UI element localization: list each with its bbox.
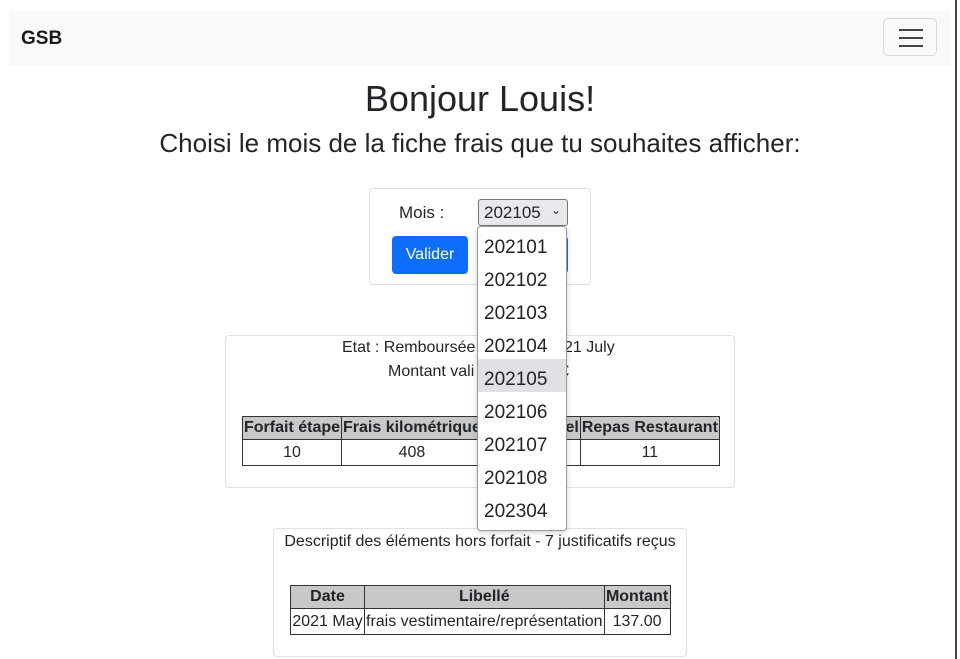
month-option-selected[interactable]: 202105 [478,359,566,392]
chevron-down-icon: ⌄ [550,203,561,217]
header-frais-kilometrique: Frais kilométrique [341,416,483,440]
cell-repas-restaurant: 11 [579,439,720,466]
valider-button[interactable]: Valider [392,236,468,274]
month-option[interactable]: 202106 [478,392,566,425]
month-option[interactable]: 202104 [478,326,566,359]
month-option[interactable]: 202107 [478,425,566,458]
navbar: GSB [9,10,950,66]
cell-montant: 137.00 [603,608,671,635]
page-subtitle: Choisi le mois de la fiche frais que tu … [159,128,801,158]
hors-forfait-table: Date Libellé Montant 2021 May frais vest… [290,585,671,635]
header-montant: Montant [603,585,671,609]
month-option[interactable]: 202103 [478,293,566,326]
month-select[interactable]: 202105 ⌄ [478,199,568,226]
cell-libelle: frais vestimentaire/représentation [364,608,605,635]
page-title: Bonjour Louis! [364,78,596,119]
header-libelle: Libellé [364,585,605,609]
window-edge [955,0,957,659]
month-option[interactable]: 202304 [478,491,566,524]
hors-forfait-header-row: Date Libellé Montant [290,585,671,609]
hors-forfait-caption: Descriptif des éléments hors forfait - 7… [284,533,676,550]
month-option[interactable]: 202102 [478,260,566,293]
table-row: 2021 May frais vestimentaire/représentat… [290,608,671,635]
hors-forfait-card: Descriptif des éléments hors forfait - 7… [273,528,687,657]
cell-frais-kilometrique: 408 [341,439,483,466]
month-select-value: 202105 [484,203,541,222]
cell-forfait-etape: 10 [241,439,343,466]
header-repas-restaurant: Repas Restaurant [579,416,720,440]
month-option[interactable]: 202108 [478,458,566,491]
month-option[interactable]: 202101 [478,227,566,260]
navbar-toggler-button[interactable] [883,18,937,56]
header-date: Date [290,585,365,609]
month-label: Mois : [399,203,445,222]
month-dropdown-list[interactable]: 202101 202102 202103 202104 202105 20210… [477,226,567,531]
brand-logo[interactable]: GSB [21,28,62,50]
cell-date: 2021 May [290,608,365,635]
header-forfait-etape: Forfait étape [241,416,343,440]
